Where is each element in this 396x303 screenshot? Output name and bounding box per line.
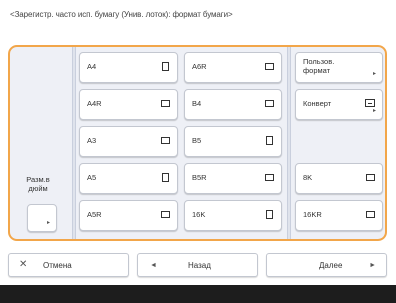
size-a6r-button[interactable]: A6R: [184, 52, 282, 83]
landscape-paper-icon: [161, 211, 170, 218]
landscape-paper-icon: [161, 137, 170, 144]
screen: <Зарегистр. часто исп. бумагу (Унив. лот…: [0, 0, 396, 303]
column-divider: [287, 47, 291, 239]
size-a3-button[interactable]: A3: [79, 126, 178, 157]
landscape-paper-icon: [265, 174, 274, 181]
submenu-arrow-icon: ▸: [46, 220, 50, 226]
footer-bar: [0, 285, 396, 303]
custom-size-button[interactable]: Пользов. формат ▸: [295, 52, 383, 83]
landscape-paper-icon: [366, 174, 375, 181]
column-divider: [72, 47, 76, 239]
screen-title: <Зарегистр. часто исп. бумагу (Унив. лот…: [10, 10, 233, 19]
landscape-paper-icon: [161, 100, 170, 107]
portrait-paper-icon: [162, 62, 169, 71]
portrait-paper-icon: [162, 173, 169, 182]
size-b4-button[interactable]: B4: [184, 89, 282, 120]
paper-size-panel: Разм.в дюйм ▸ A4 A4R A3 A5 A5R A6R B4 B5…: [8, 45, 387, 241]
inch-sizes-label: Разм.в дюйм: [26, 175, 50, 193]
arrow-right-icon: ►: [369, 262, 376, 269]
inch-sizes-button[interactable]: ▸: [27, 204, 57, 232]
cancel-button[interactable]: ✕ Отмена: [8, 253, 129, 277]
submenu-arrow-icon: ▸: [372, 108, 376, 114]
size-16k-button[interactable]: 16K: [184, 200, 282, 231]
arrow-left-icon: ◄: [150, 262, 157, 269]
portrait-paper-icon: [266, 136, 273, 145]
landscape-paper-icon: [265, 63, 274, 70]
next-button[interactable]: Далее ►: [266, 253, 387, 277]
size-a4r-button[interactable]: A4R: [79, 89, 178, 120]
back-button[interactable]: ◄ Назад: [137, 253, 258, 277]
submenu-arrow-icon: ▸: [372, 71, 376, 77]
size-8k-button[interactable]: 8K: [295, 163, 383, 194]
size-b5r-button[interactable]: B5R: [184, 163, 282, 194]
envelope-icon: [365, 99, 375, 107]
portrait-paper-icon: [266, 210, 273, 219]
size-16kr-button[interactable]: 16KR: [295, 200, 383, 231]
size-a5-button[interactable]: A5: [79, 163, 178, 194]
size-a4-button[interactable]: A4: [79, 52, 178, 83]
close-icon: ✕: [19, 259, 28, 270]
envelope-button[interactable]: Конверт ▸: [295, 89, 383, 120]
landscape-paper-icon: [366, 211, 375, 218]
landscape-paper-icon: [265, 100, 274, 107]
size-b5-button[interactable]: B5: [184, 126, 282, 157]
size-a5r-button[interactable]: A5R: [79, 200, 178, 231]
